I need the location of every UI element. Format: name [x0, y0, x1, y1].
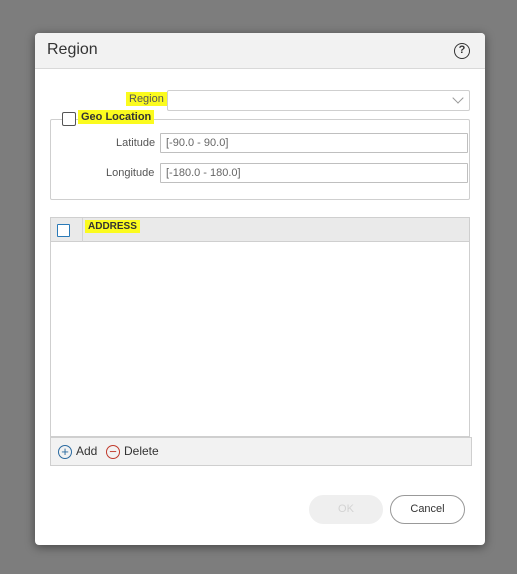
chevron-down-icon [452, 92, 464, 104]
ok-button[interactable]: OK [309, 495, 383, 524]
geo-location-label: Geo Location [78, 110, 155, 124]
region-dialog: Region ? Region Geo Location Latitude [-… [35, 33, 485, 545]
minus-circle-icon: − [106, 445, 120, 459]
address-grid-header: ADDRESS [51, 218, 469, 242]
address-column-label: ADDRESS [85, 220, 140, 233]
geo-location-fieldset [50, 119, 470, 200]
latitude-label: Latitude [116, 137, 156, 149]
header-divider [82, 218, 83, 242]
add-button-label: Add [76, 444, 98, 458]
geo-location-legend: Geo Location [78, 110, 155, 124]
delete-button-label: Delete [124, 444, 159, 458]
dialog-header: Region ? [35, 33, 485, 69]
address-column-header[interactable]: ADDRESS [85, 220, 140, 233]
region-select[interactable] [167, 90, 470, 111]
select-all-checkbox[interactable] [57, 224, 70, 237]
region-label-text: Region [126, 92, 167, 106]
address-grid: ADDRESS [50, 217, 470, 437]
dialog-title: Region [47, 41, 98, 58]
plus-circle-icon: + [58, 445, 72, 459]
cancel-button[interactable]: Cancel [390, 495, 465, 524]
help-icon[interactable]: ? [454, 43, 470, 59]
longitude-label: Longitude [106, 167, 155, 179]
geo-location-checkbox[interactable] [62, 112, 76, 126]
region-label: Region [126, 92, 167, 106]
address-grid-footer: + Add − Delete [50, 437, 472, 466]
longitude-input[interactable]: [-180.0 - 180.0] [160, 163, 468, 183]
latitude-input[interactable]: [-90.0 - 90.0] [160, 133, 468, 153]
